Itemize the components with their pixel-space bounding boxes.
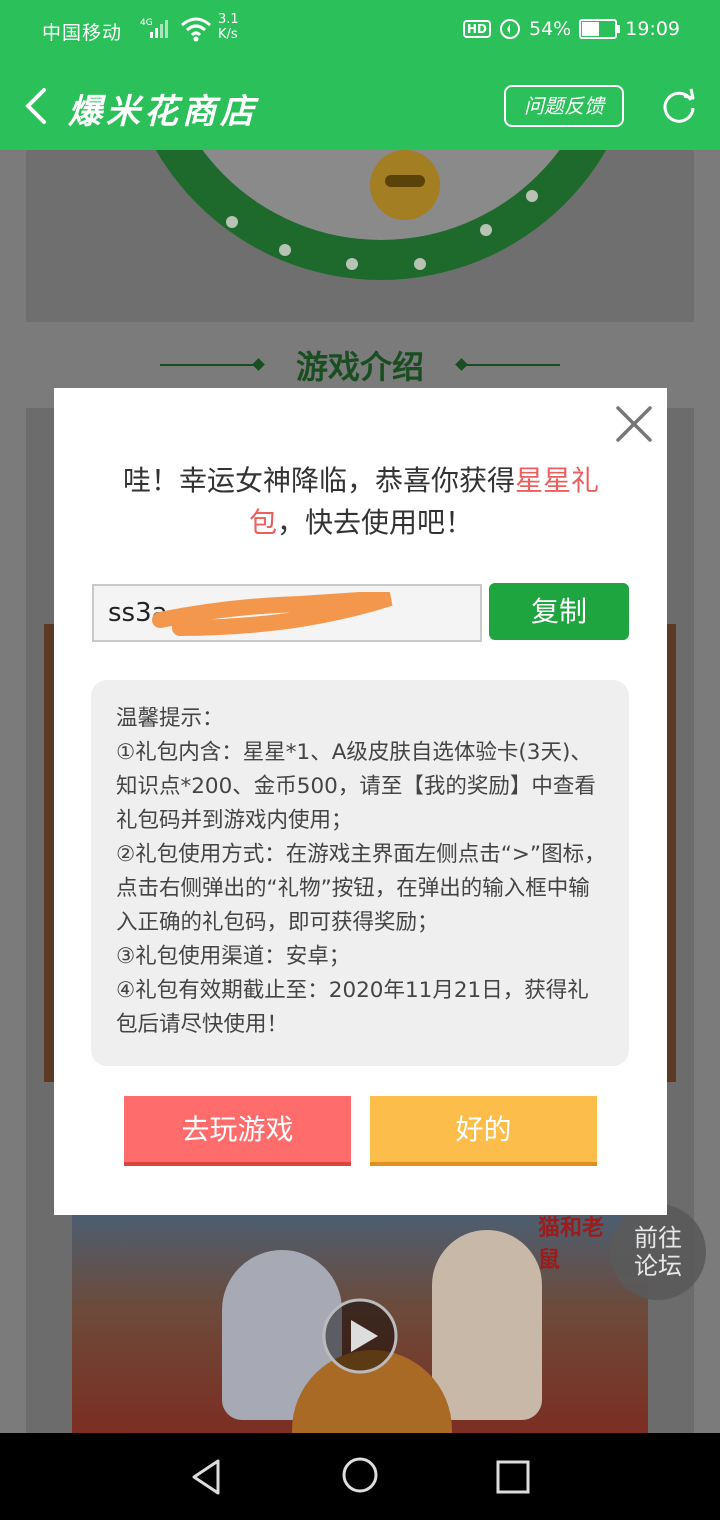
hd-badge: HD [462, 20, 491, 38]
lucky-wheel-card [26, 150, 694, 322]
forum-button[interactable]: 前往 论坛 [610, 1204, 706, 1300]
app-header: 爆米花商店 问题反馈 [0, 60, 720, 150]
system-nav-bar [0, 1433, 720, 1520]
chevron-left-icon[interactable] [18, 86, 54, 126]
close-icon[interactable] [612, 402, 656, 446]
tip-item: ②礼包使用方式：在游戏主界面左侧点击“>”图标，点击右侧弹出的“礼物”按钮，在弹… [116, 842, 606, 935]
battery-icon [579, 19, 621, 39]
page-title: 爆米花商店 [68, 92, 258, 132]
video-thumbnail[interactable]: 猫和老鼠 [72, 1210, 648, 1433]
redaction-scribble [152, 592, 393, 636]
reward-message: 哇！幸运女神降临，恭喜你获得星星礼包，快去使用吧！ [122, 464, 600, 539]
popcorn-mascot-icon [370, 150, 440, 220]
play-game-button[interactable]: 去玩游戏 [124, 1096, 351, 1166]
status-bar: 中国移动 4G 3.1 K/s HD 54% 19:09 [0, 0, 720, 60]
gift-code-field[interactable]: ss3a [92, 584, 482, 642]
section-header: 游戏介绍 [0, 342, 720, 386]
clock: 19:09 [625, 18, 680, 40]
battery-percent: 54% [529, 18, 572, 40]
play-icon[interactable] [322, 1298, 398, 1374]
tip-item: ①礼包内含：星星*1、A级皮肤自选体验卡(3天)、知识点*200、金币500，请… [116, 740, 596, 833]
refresh-icon[interactable] [660, 86, 698, 124]
carrier-label: 中国移动 [42, 22, 123, 44]
nav-home-icon[interactable] [340, 1455, 380, 1495]
section-title: 游戏介绍 [295, 348, 424, 386]
wifi-icon [181, 17, 211, 42]
tip-item: ④礼包有效期截止至：2020年11月21日，获得礼包后请尽快使用！ [116, 978, 589, 1037]
nav-back-icon[interactable] [188, 1457, 228, 1497]
tips-box: 温馨提示： ①礼包内含：星星*1、A级皮肤自选体验卡(3天)、知识点*200、金… [91, 680, 629, 1066]
copy-button[interactable]: 复制 [489, 583, 629, 640]
feedback-button[interactable]: 问题反馈 [504, 85, 624, 127]
tip-item: ③礼包使用渠道：安卓； [116, 944, 351, 969]
reward-dialog: 哇！幸运女神降临，恭喜你获得星星礼包，快去使用吧！ ss3a 复制 温馨提示： … [54, 388, 667, 1215]
battery-saver-icon [500, 19, 520, 39]
signal-icon: 4G [140, 18, 168, 38]
nav-recent-icon[interactable] [493, 1457, 533, 1497]
tips-heading: 温馨提示： [116, 706, 224, 731]
svg-text:4G: 4G [140, 18, 153, 28]
ok-button[interactable]: 好的 [370, 1096, 597, 1166]
network-speed: 3.1 K/s [218, 12, 239, 42]
